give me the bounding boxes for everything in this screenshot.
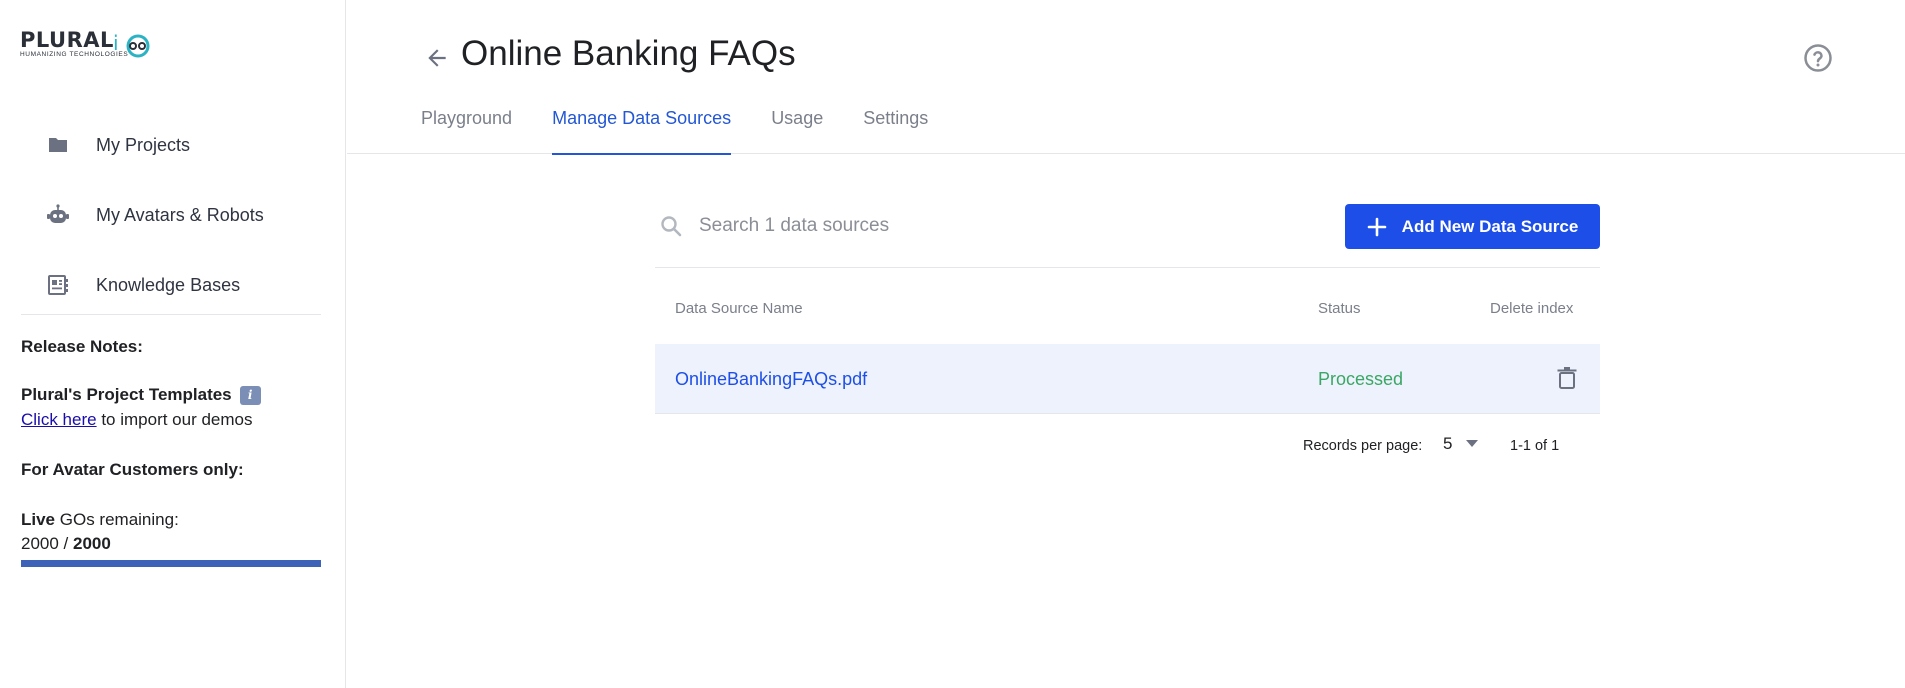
column-status: Status: [1318, 300, 1361, 317]
gos-used: 2000: [21, 534, 59, 553]
page-title: Online Banking FAQs: [461, 34, 796, 73]
live-label: Live: [21, 510, 56, 529]
sidebar-item-my-projects[interactable]: My Projects: [0, 110, 346, 180]
sidebar-nav: My Projects My Avatars & Robots Knowledg…: [0, 110, 346, 320]
plural-logo[interactable]: PLURAL i HUMANIZING TECHNOLOGIES: [20, 28, 150, 62]
column-delete-index: Delete index: [1490, 300, 1574, 317]
project-templates-title: Plural's Project Templates: [21, 385, 232, 404]
help-button[interactable]: [1803, 43, 1833, 73]
gos-remaining-label: GOs remaining:: [55, 510, 179, 529]
records-per-page-select[interactable]: 5: [1443, 434, 1479, 454]
arrow-left-icon: [428, 49, 446, 67]
data-sources-panel: Add New Data Source Data Source Name Sta…: [655, 204, 1600, 474]
click-here-link[interactable]: Click here: [21, 410, 97, 429]
back-button[interactable]: [422, 43, 452, 73]
data-source-name-link[interactable]: OnlineBankingFAQs.pdf: [675, 369, 867, 390]
release-notes: Release Notes: Plural's Project Template…: [21, 337, 326, 567]
sidebar-item-label: Knowledge Bases: [96, 274, 241, 295]
sidebar-item-my-avatars-robots[interactable]: My Avatars & Robots: [0, 180, 346, 250]
records-per-page-label: Records per page:: [1303, 438, 1423, 454]
add-new-data-source-button[interactable]: Add New Data Source: [1345, 204, 1600, 249]
tab-manage-data-sources[interactable]: Manage Data Sources: [552, 108, 732, 155]
project-templates-row: Plural's Project Templates i: [21, 385, 326, 405]
project-tabs: Playground Manage Data Sources Usage Set…: [421, 108, 968, 155]
gos-progress-bar: [21, 560, 321, 567]
data-sources-toolbar: Add New Data Source: [655, 204, 1600, 268]
gos-separator: /: [58, 534, 73, 553]
page-header: Online Banking FAQs Playground Manage Da…: [347, 0, 1905, 155]
sidebar: PLURAL i HUMANIZING TECHNOLOGIES My Proj…: [0, 0, 346, 688]
table-header: Data Source Name Status Delete index: [655, 268, 1600, 344]
plus-icon: [1367, 217, 1386, 236]
search-input[interactable]: [699, 208, 1219, 244]
tab-settings[interactable]: Settings: [863, 108, 928, 154]
import-demos-text: to import our demos: [96, 410, 253, 429]
sidebar-divider: [21, 314, 321, 315]
robot-icon: [46, 203, 70, 227]
help-circle-icon: [1804, 44, 1832, 72]
tab-playground[interactable]: Playground: [421, 108, 512, 154]
tab-usage[interactable]: Usage: [771, 108, 823, 154]
knowledge-base-icon: [46, 273, 70, 297]
add-new-data-source-label: Add New Data Source: [1401, 216, 1579, 236]
delete-button[interactable]: [1556, 366, 1580, 392]
gos-total: 2000: [73, 534, 111, 553]
records-per-page-value: 5: [1443, 434, 1453, 453]
avatar-customers-heading: For Avatar Customers only:: [21, 460, 244, 479]
pagination: Records per page: 5 1-1 of 1: [655, 414, 1600, 474]
caret-down-icon: [1466, 440, 1479, 447]
gos-progress-fill: [21, 560, 321, 567]
sidebar-item-label: My Projects: [96, 134, 191, 155]
folder-icon: [46, 133, 70, 157]
gos-count: 2000 / 2000: [21, 534, 326, 554]
logo-tagline: HUMANIZING TECHNOLOGIES: [20, 51, 129, 58]
sidebar-item-knowledge-bases[interactable]: Knowledge Bases: [0, 250, 346, 320]
live-gos-label: Live GOs remaining:: [21, 510, 326, 530]
pagination-range: 1-1 of 1: [1510, 438, 1560, 454]
info-icon[interactable]: i: [239, 385, 261, 405]
column-data-source-name: Data Source Name: [675, 300, 803, 317]
table-row[interactable]: OnlineBankingFAQs.pdf Processed: [655, 344, 1600, 414]
logo-wordmark: PLURAL: [20, 28, 114, 52]
status-badge: Processed: [1318, 369, 1404, 389]
search-icon: [661, 216, 682, 237]
sidebar-item-label: My Avatars & Robots: [96, 204, 264, 225]
trash-icon: [1557, 367, 1577, 389]
import-demos-row: Click here to import our demos: [21, 410, 326, 430]
release-notes-title: Release Notes:: [21, 337, 143, 356]
